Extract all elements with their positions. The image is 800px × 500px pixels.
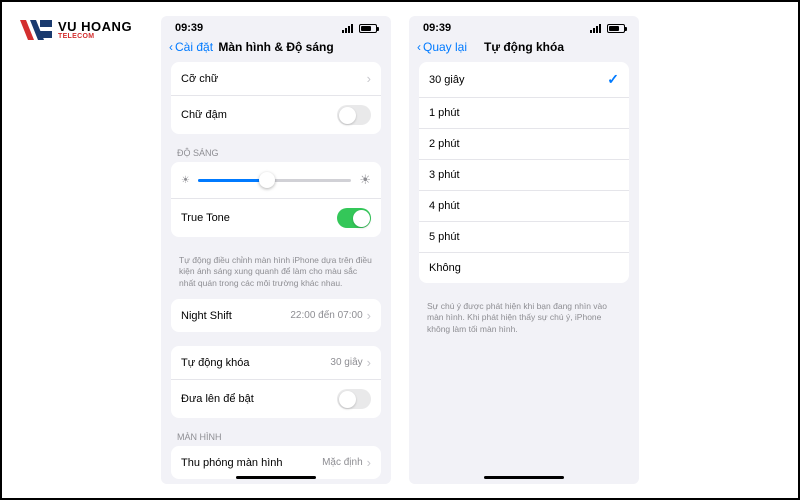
logo-mark-icon [20,18,54,42]
row-night-shift[interactable]: Night Shift 22:00 đến 07:00 › [171,299,381,332]
brightness-slider-row[interactable]: ☀ ☀ [171,162,381,199]
nav-bar: ‹ Quay lại Tự động khóa [409,36,639,62]
logo-brand-text: VU HOANG [58,20,132,33]
battery-icon [607,24,625,33]
screen-display-brightness: 09:39 ‹ Cài đặt Màn hình & Độ sáng Cỡ ch… [161,16,391,484]
option-row[interactable]: 4 phút [419,191,629,222]
checkmark-icon: ✓ [607,71,619,88]
option-row[interactable]: 30 giây ✓ [419,62,629,98]
chevron-left-icon: ‹ [169,40,173,54]
bold-text-label: Chữ đậm [181,109,227,121]
signal-icon [342,24,356,33]
bold-text-toggle[interactable] [337,105,371,125]
option-row[interactable]: 1 phút [419,98,629,129]
true-tone-toggle[interactable] [337,208,371,228]
brand-logo: VU HOANG TELECOM [20,18,132,42]
row-bold-text[interactable]: Chữ đậm [171,96,381,134]
true-tone-label: True Tone [181,212,230,224]
option-label: 30 giây [429,74,464,86]
status-icons [590,24,625,33]
nav-bar: ‹ Cài đặt Màn hình & Độ sáng [161,36,391,62]
display-zoom-label: Thu phóng màn hình [181,457,283,469]
display-header: MÀN HÌNH [171,432,381,446]
logo-sub-text: TELECOM [58,33,132,40]
back-button[interactable]: ‹ Quay lại [417,40,467,54]
sun-small-icon: ☀ [181,175,190,186]
row-true-tone[interactable]: True Tone [171,199,381,237]
chevron-right-icon: › [367,308,371,323]
sun-large-icon: ☀ [359,172,371,188]
option-label: Không [429,262,461,274]
status-bar: 09:39 [161,16,391,36]
home-indicator[interactable] [236,476,316,480]
status-bar: 09:39 [409,16,639,36]
signal-icon [590,24,604,33]
brightness-header: ĐỘ SÁNG [171,148,381,162]
true-tone-description: Tự động điều chỉnh màn hình iPhone dựa t… [171,251,381,299]
auto-lock-label: Tự động khóa [181,357,250,369]
option-label: 4 phút [429,200,460,212]
brightness-slider[interactable] [198,179,351,182]
row-display-zoom[interactable]: Thu phóng màn hình Mặc định › [171,446,381,479]
chevron-right-icon: › [367,455,371,470]
display-zoom-value: Mặc định [322,457,363,468]
raise-to-wake-toggle[interactable] [337,389,371,409]
chevron-left-icon: ‹ [417,40,421,54]
back-label: Cài đặt [175,40,213,54]
night-shift-value: 22:00 đến 07:00 [290,310,362,321]
status-time: 09:39 [175,22,203,34]
option-row[interactable]: 3 phút [419,160,629,191]
auto-lock-footer: Sự chú ý được phát hiện khi bạn đang nhì… [419,297,629,345]
night-shift-label: Night Shift [181,310,232,322]
screen-auto-lock: 09:39 ‹ Quay lại Tự động khóa 30 giây ✓ 1 … [409,16,639,484]
home-indicator[interactable] [484,476,564,480]
row-auto-lock[interactable]: Tự động khóa 30 giây › [171,346,381,380]
option-label: 3 phút [429,169,460,181]
option-label: 2 phút [429,138,460,150]
battery-icon [359,24,377,33]
row-text-size[interactable]: Cỡ chữ › [171,62,381,96]
option-row[interactable]: 5 phút [419,222,629,253]
chevron-right-icon: › [367,71,371,86]
back-button[interactable]: ‹ Cài đặt [169,40,213,54]
raise-to-wake-label: Đưa lên để bật [181,393,254,405]
row-raise-to-wake[interactable]: Đưa lên để bật [171,380,381,418]
auto-lock-value: 30 giây [330,357,362,368]
option-row[interactable]: Không [419,253,629,283]
option-row[interactable]: 2 phút [419,129,629,160]
option-label: 1 phút [429,107,460,119]
text-size-label: Cỡ chữ [181,73,218,85]
status-icons [342,24,377,33]
chevron-right-icon: › [367,355,371,370]
back-label: Quay lại [423,40,467,54]
status-time: 09:39 [423,22,451,34]
option-label: 5 phút [429,231,460,243]
